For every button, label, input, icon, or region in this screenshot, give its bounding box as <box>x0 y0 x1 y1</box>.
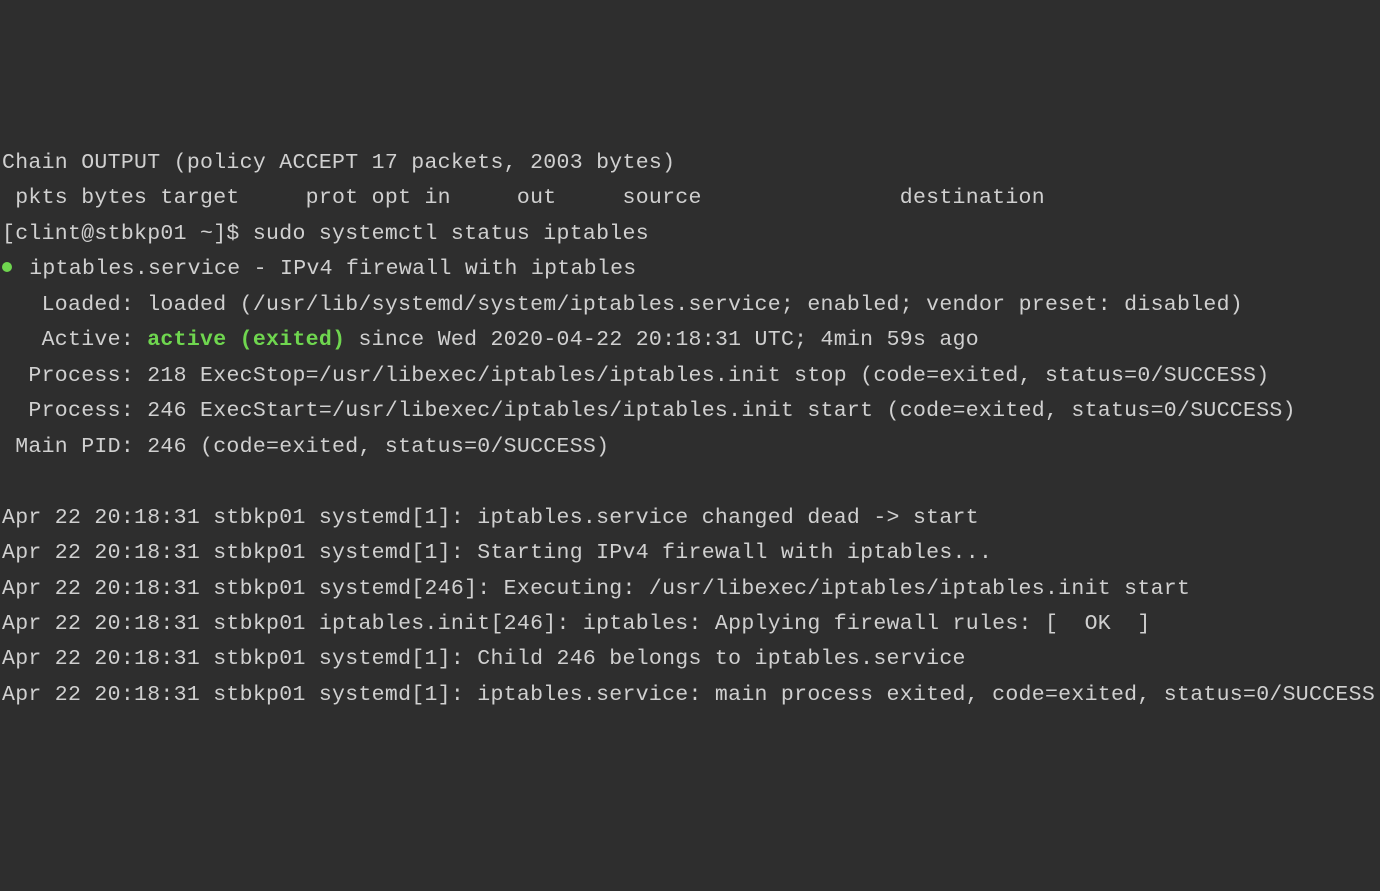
log-line: Apr 22 20:18:31 stbkp01 iptables.init[24… <box>2 612 1151 636</box>
log-line: Apr 22 20:18:31 stbkp01 systemd[1]: ipta… <box>2 506 979 530</box>
log-line: Apr 22 20:18:31 stbkp01 systemd[1]: Star… <box>2 541 992 565</box>
active-label: Active: <box>2 328 147 352</box>
log-line: Apr 22 20:18:31 stbkp01 systemd[1]: ipta… <box>2 683 1375 707</box>
terminal-output[interactable]: Chain OUTPUT (policy ACCEPT 17 packets, … <box>0 142 1380 714</box>
chain-output-line: Chain OUTPUT (policy ACCEPT 17 packets, … <box>2 151 675 175</box>
process-stop-line: Process: 218 ExecStop=/usr/libexec/iptab… <box>2 364 1269 388</box>
shell-prompt: [clint@stbkp01 ~]$ <box>2 222 253 246</box>
status-dot-icon <box>2 262 12 272</box>
loaded-line: Loaded: loaded (/usr/lib/systemd/system/… <box>2 293 1243 317</box>
table-header-line: pkts bytes target prot opt in out source… <box>2 186 1045 210</box>
command-text: sudo systemctl status iptables <box>253 222 649 246</box>
main-pid-line: Main PID: 246 (code=exited, status=0/SUC… <box>2 435 609 459</box>
service-name-line: iptables.service - IPv4 firewall with ip… <box>16 257 637 281</box>
log-line: Apr 22 20:18:31 stbkp01 systemd[1]: Chil… <box>2 647 966 671</box>
log-line: Apr 22 20:18:31 stbkp01 systemd[246]: Ex… <box>2 577 1190 601</box>
active-timestamp: since Wed 2020-04-22 20:18:31 UTC; 4min … <box>345 328 979 352</box>
active-status: active (exited) <box>147 328 345 352</box>
process-start-line: Process: 246 ExecStart=/usr/libexec/ipta… <box>2 399 1296 423</box>
